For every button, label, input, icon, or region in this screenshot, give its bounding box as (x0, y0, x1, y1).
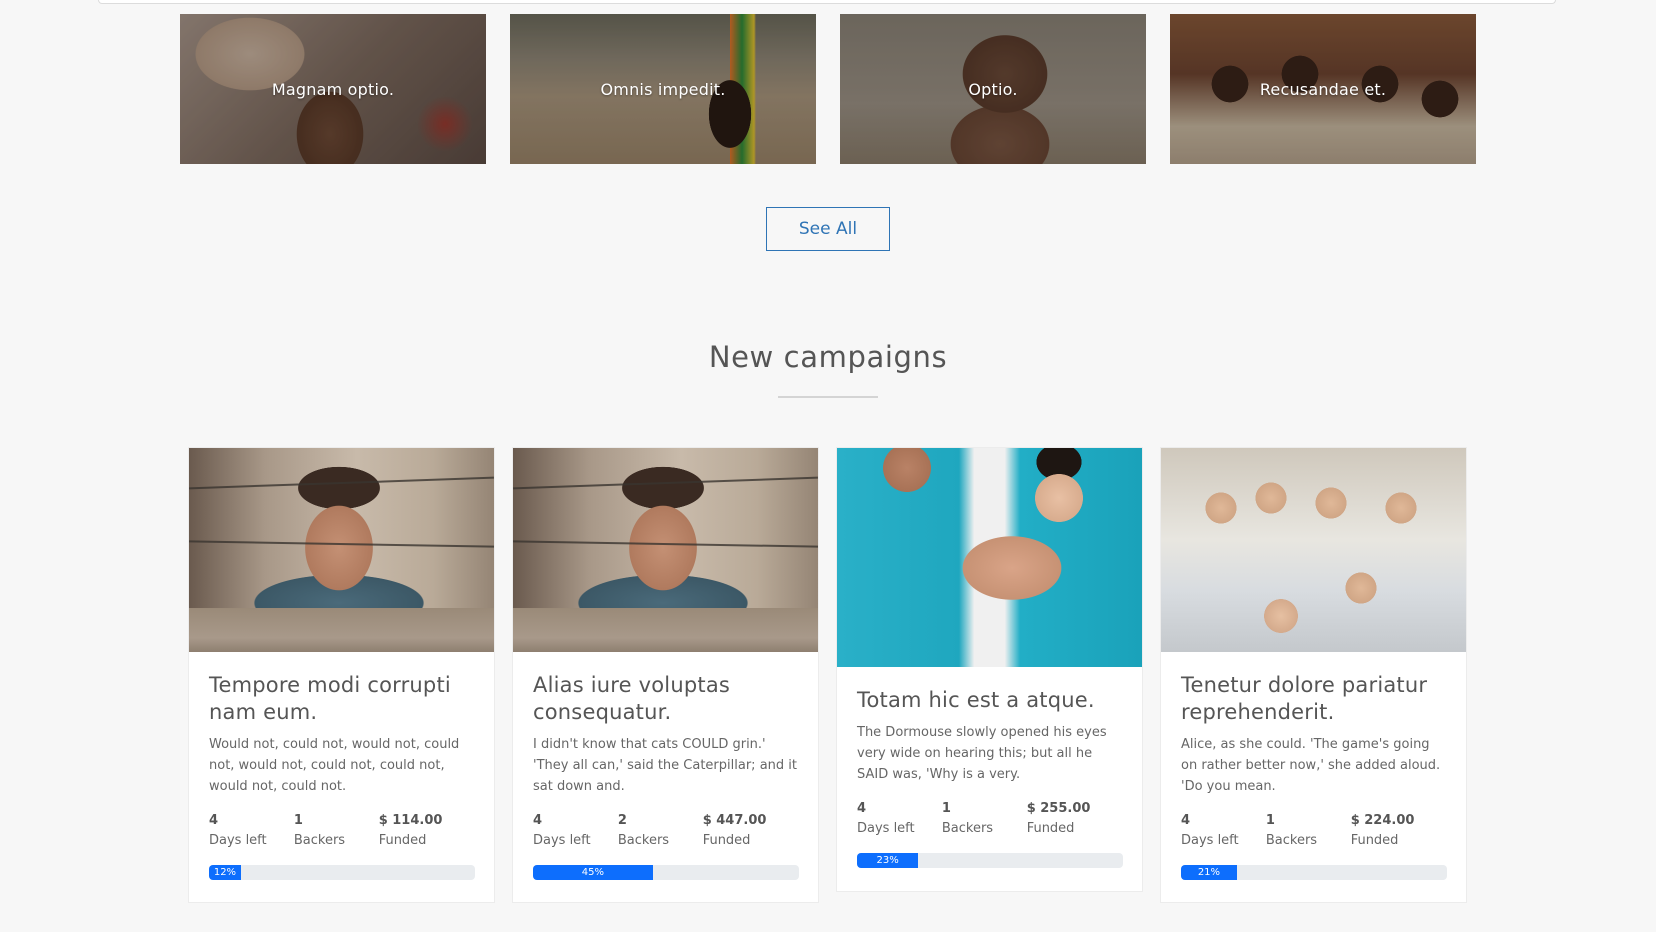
campaign-image[interactable] (189, 448, 494, 652)
backers-label: Backers (941, 821, 994, 836)
backers-stat: 1 Backers (1266, 811, 1351, 851)
backers-stat: 1 Backers (942, 799, 1027, 839)
campaign-description: Alice, as she could. 'The game's going o… (1181, 737, 1441, 794)
funding-progress-bar: 45% (533, 865, 653, 880)
days-left-value: 4 (1181, 813, 1191, 828)
category-tile[interactable]: Magnam optio. (180, 14, 486, 164)
barbed-wire-decoration (189, 476, 494, 490)
days-left-stat: 4 Days left (533, 811, 618, 851)
category-tile[interactable]: Omnis impedit. (510, 14, 816, 164)
campaign-title[interactable]: Totam hic est a atque. (857, 687, 1122, 714)
campaign-image[interactable] (513, 448, 818, 652)
campaign-title[interactable]: Tenetur dolore pariatur reprehenderit. (1181, 672, 1446, 726)
previous-section-edge (98, 0, 1556, 4)
funded-stat: $ 114.00 Funded (379, 811, 474, 851)
funded-value: $ 114.00 (378, 813, 443, 828)
days-left-label: Days left (857, 821, 915, 836)
funded-label: Funded (702, 833, 751, 848)
funded-label: Funded (1350, 833, 1399, 848)
days-left-value: 4 (533, 813, 543, 828)
campaign-card[interactable]: Tempore modi corrupti nam eum. Would not… (188, 447, 495, 903)
backers-value: 1 (941, 801, 951, 816)
funded-value: $ 224.00 (1350, 813, 1415, 828)
campaign-title[interactable]: Alias iure voluptas consequatur. (533, 672, 798, 726)
days-left-stat: 4 Days left (209, 811, 294, 851)
backers-value: 2 (617, 813, 627, 828)
page: Magnam optio. Omnis impedit. Optio. Recu… (0, 0, 1656, 932)
see-all-button[interactable]: See All (766, 207, 890, 251)
funding-progress: 21% (1181, 865, 1447, 880)
category-tile[interactable]: Optio. (840, 14, 1146, 164)
category-grid: Magnam optio. Omnis impedit. Optio. Recu… (180, 14, 1477, 164)
funding-progress-bar: 23% (857, 853, 919, 868)
backers-stat: 2 Backers (618, 811, 703, 851)
barbed-wire-decoration (513, 476, 818, 490)
campaign-description: Would not, could not, would not, could n… (209, 737, 460, 794)
funded-stat: $ 255.00 Funded (1027, 799, 1122, 839)
funded-value: $ 447.00 (702, 813, 767, 828)
campaign-image[interactable] (1161, 448, 1466, 652)
campaign-title[interactable]: Tempore modi corrupti nam eum. (209, 672, 474, 726)
category-label: Optio. (968, 79, 1018, 99)
section-title: New campaigns (708, 340, 948, 374)
barbed-wire-decoration (189, 540, 494, 548)
campaign-stats: 4 Days left 1 Backers $ 255.00 Funded (857, 799, 1122, 839)
backers-value: 1 (1265, 813, 1275, 828)
campaign-stats: 4 Days left 1 Backers $ 224.00 Funded (1181, 811, 1446, 851)
backers-label: Backers (1265, 833, 1318, 848)
funding-progress-bar: 21% (1181, 865, 1237, 880)
campaign-card-body: Tempore modi corrupti nam eum. Would not… (189, 652, 494, 880)
funding-progress: 12% (209, 865, 475, 880)
backers-stat: 1 Backers (294, 811, 379, 851)
funding-progress-bar: 12% (209, 865, 241, 880)
days-left-label: Days left (533, 833, 591, 848)
backers-value: 1 (293, 813, 303, 828)
days-left-label: Days left (209, 833, 267, 848)
campaign-card-body: Alias iure voluptas consequatur. I didn'… (513, 652, 818, 880)
campaign-stats: 4 Days left 2 Backers $ 447.00 Funded (533, 811, 798, 851)
days-left-value: 4 (857, 801, 867, 816)
category-label: Recusandae et. (1259, 79, 1387, 99)
funded-label: Funded (378, 833, 427, 848)
funding-progress: 45% (533, 865, 799, 880)
funded-stat: $ 447.00 Funded (703, 811, 798, 851)
backers-label: Backers (617, 833, 670, 848)
funded-value: $ 255.00 (1026, 801, 1091, 816)
campaign-description: I didn't know that cats COULD grin.' 'Th… (533, 737, 797, 794)
funding-progress: 23% (857, 853, 1123, 868)
days-left-label: Days left (1181, 833, 1239, 848)
campaign-image[interactable] (837, 448, 1142, 667)
campaign-card[interactable]: Alias iure voluptas consequatur. I didn'… (512, 447, 819, 903)
barbed-wire-decoration (513, 540, 818, 548)
funded-label: Funded (1026, 821, 1075, 836)
days-left-value: 4 (209, 813, 219, 828)
campaign-card[interactable]: Totam hic est a atque. The Dormouse slow… (836, 447, 1143, 892)
campaign-description: The Dormouse slowly opened his eyes very… (857, 725, 1107, 782)
category-label: Omnis impedit. (600, 79, 726, 99)
backers-label: Backers (293, 833, 346, 848)
campaign-card-body: Tenetur dolore pariatur reprehenderit. A… (1161, 652, 1466, 880)
campaign-card[interactable]: Tenetur dolore pariatur reprehenderit. A… (1160, 447, 1467, 903)
funded-stat: $ 224.00 Funded (1351, 811, 1446, 851)
days-left-stat: 4 Days left (857, 799, 942, 839)
campaign-stats: 4 Days left 1 Backers $ 114.00 Funded (209, 811, 474, 851)
campaign-card-body: Totam hic est a atque. The Dormouse slow… (837, 667, 1142, 868)
category-tile[interactable]: Recusandae et. (1170, 14, 1476, 164)
days-left-stat: 4 Days left (1181, 811, 1266, 851)
title-divider (778, 396, 878, 398)
category-label: Magnam optio. (271, 79, 395, 99)
